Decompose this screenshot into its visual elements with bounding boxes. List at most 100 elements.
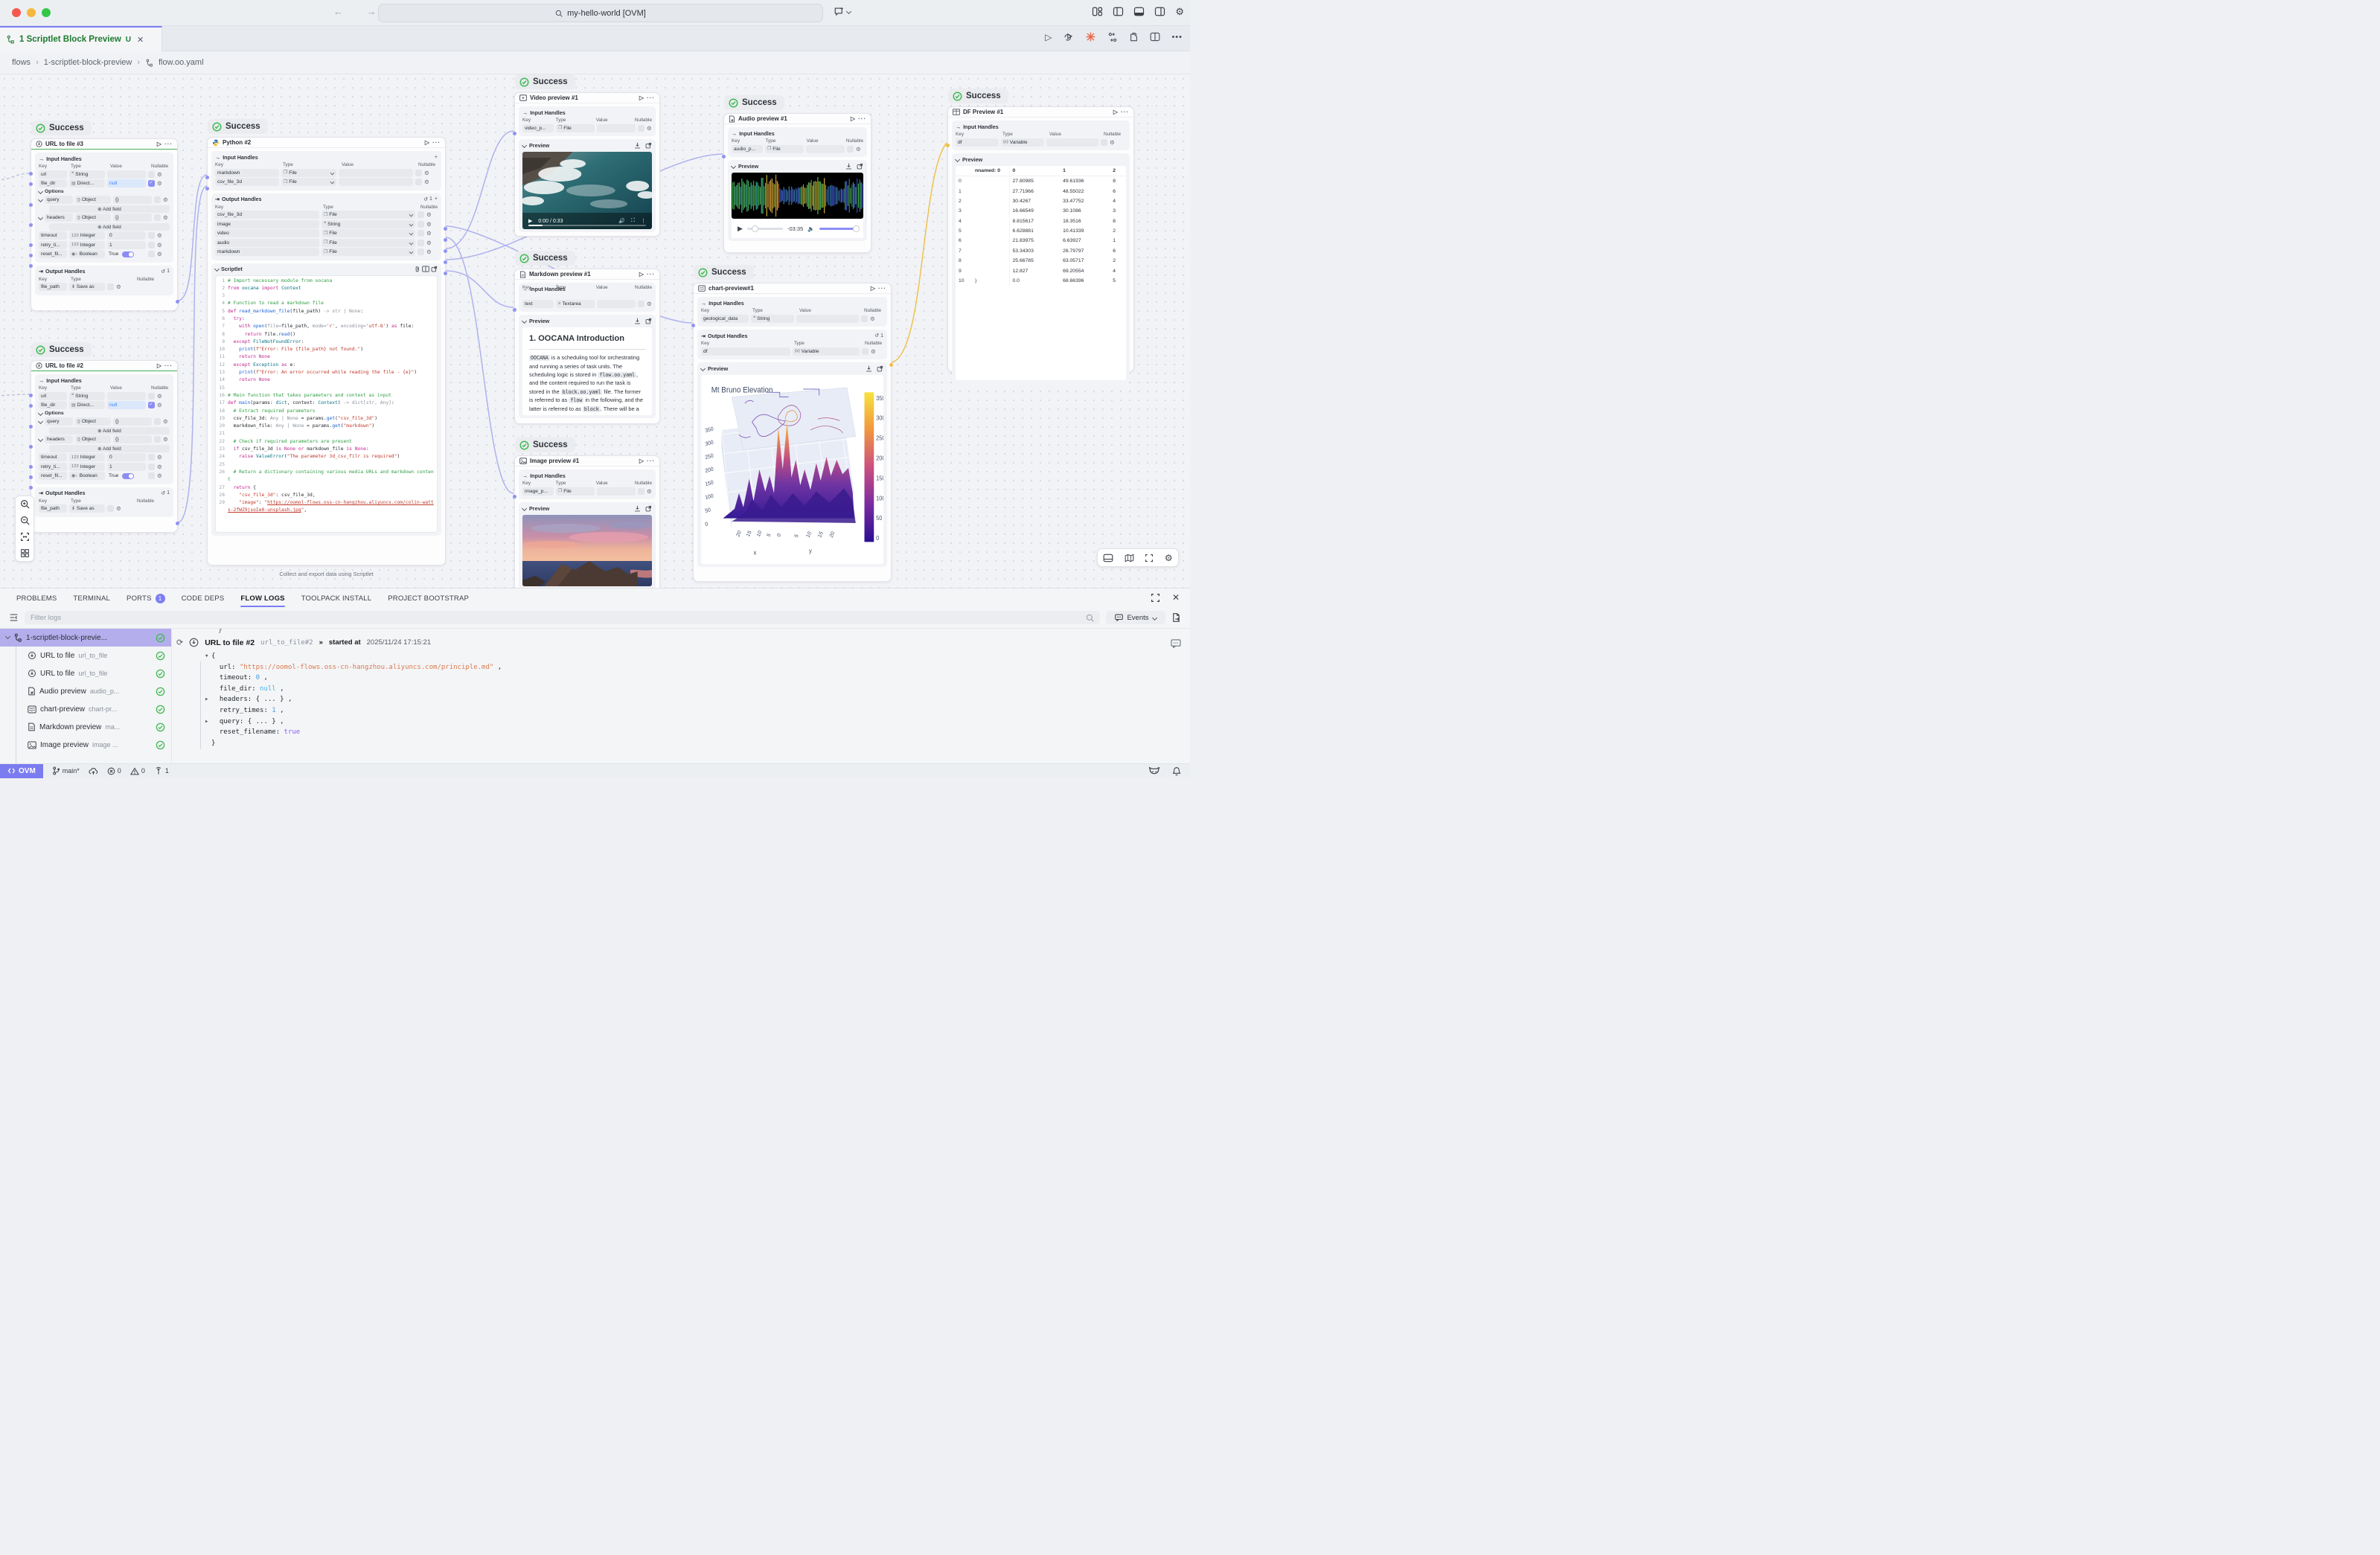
panel-tab-toolpack-install[interactable]: TOOLPACK INSTALL: [301, 594, 372, 603]
output-port-df[interactable]: [889, 363, 893, 367]
log-tree-item-1[interactable]: URL to fileurl_to_file: [0, 647, 171, 664]
handle-key[interactable]: headers: [45, 435, 73, 443]
handle-key[interactable]: reset_fil...: [39, 250, 67, 258]
handle-type[interactable]: 123Integer: [69, 241, 105, 249]
input-port[interactable]: [29, 254, 33, 257]
collapse-icon[interactable]: [955, 157, 960, 162]
input-port[interactable]: [29, 223, 33, 227]
node-image-preview-1[interactable]: Success Image preview #1 ▷ ··· →Input Ha…: [514, 455, 660, 588]
node-header[interactable]: chart-preview#1 ▷ ···: [694, 283, 891, 294]
split-editor-icon[interactable]: [1150, 32, 1160, 42]
settings-gear-icon[interactable]: ⚙: [1175, 6, 1184, 17]
handle-settings-gear-icon[interactable]: ⚙: [424, 179, 429, 185]
handle-settings-gear-icon[interactable]: ⚙: [647, 301, 652, 307]
open-external-icon[interactable]: [645, 505, 652, 512]
handle-type[interactable]: ❐File: [322, 248, 415, 256]
handle-settings-gear-icon[interactable]: ⚙: [870, 315, 875, 322]
download-icon[interactable]: [634, 142, 641, 149]
more-actions-icon[interactable]: •••: [1171, 33, 1183, 42]
flow-log-view[interactable]: } ⟳ URL to file #2 url_to_file#2 » start…: [172, 629, 1190, 764]
nullable-checkbox[interactable]: [1101, 139, 1107, 146]
nullable-checkbox[interactable]: [154, 418, 161, 425]
collapse-icon[interactable]: [731, 164, 736, 169]
handle-value[interactable]: 0: [107, 453, 146, 461]
handle-value[interactable]: [107, 170, 146, 179]
handle-value[interactable]: [597, 124, 636, 132]
handle-key[interactable]: file_dir: [39, 401, 67, 409]
log-list-icon[interactable]: [9, 613, 19, 622]
node-header[interactable]: URL to file #2 ▷ ···: [31, 361, 177, 371]
handle-key[interactable]: headers: [45, 214, 73, 222]
output-row-video[interactable]: video❐File⚙: [215, 229, 438, 237]
handle-type[interactable]: ❐File: [765, 145, 804, 153]
handle-type[interactable]: ⬇Save as: [69, 504, 105, 513]
panel-tab-ports[interactable]: PORTS1: [127, 594, 165, 603]
input-row-headers[interactable]: headers{}Object{}⚙: [39, 214, 170, 222]
node-menu-icon[interactable]: ···: [647, 458, 655, 464]
problems-errors[interactable]: 0: [107, 767, 121, 775]
handle-value[interactable]: [107, 392, 146, 400]
handle-key[interactable]: image: [215, 220, 319, 228]
nullable-checkbox[interactable]: [638, 301, 644, 307]
handle-settings-gear-icon[interactable]: ⚙: [157, 251, 162, 257]
handle-type[interactable]: {x}Variable: [793, 347, 860, 356]
input-row-timeout[interactable]: timeout123Integer0⚙: [39, 231, 170, 240]
log-tree-item-5[interactable]: Markdown previewma...: [0, 718, 171, 736]
nullable-checkbox[interactable]: [148, 464, 155, 470]
image-preview-sunset[interactable]: [522, 515, 652, 586]
log-comment-icon[interactable]: [1171, 639, 1181, 648]
handle-type[interactable]: 123Integer: [69, 463, 105, 471]
handle-settings-gear-icon[interactable]: ⚙: [157, 402, 162, 408]
handle-key[interactable]: csv_file_3d: [215, 178, 279, 186]
ports-forwarded[interactable]: 1: [154, 766, 169, 775]
nullable-checkbox[interactable]: [148, 393, 155, 400]
handle-type[interactable]: ❝String: [69, 392, 105, 400]
handle-key[interactable]: retry_ti...: [39, 463, 67, 471]
run-node-icon[interactable]: ▷: [851, 115, 855, 122]
handle-value[interactable]: {}: [113, 435, 152, 443]
output-row-markdown[interactable]: markdown❐File⚙: [215, 248, 438, 256]
handle-value[interactable]: 1: [107, 241, 146, 249]
handle-type[interactable]: ◉○Boolean: [69, 250, 105, 258]
handle-key[interactable]: markdown: [215, 169, 279, 177]
input-port[interactable]: [691, 324, 695, 327]
download-icon[interactable]: [866, 365, 872, 372]
handle-settings-gear-icon[interactable]: ⚙: [163, 214, 168, 221]
nullable-checkbox[interactable]: [148, 454, 155, 461]
open-external-icon[interactable]: [431, 266, 438, 272]
nullable-checkbox[interactable]: [148, 242, 155, 249]
blocks-grid-icon[interactable]: [20, 548, 30, 558]
add-field-button[interactable]: ⊕ Add field: [49, 223, 170, 231]
panel-tab-terminal[interactable]: TERMINAL: [73, 594, 110, 603]
panel-tab-project-bootstrap[interactable]: PROJECT BOOTSTRAP: [388, 594, 469, 603]
download-icon[interactable]: [634, 318, 641, 324]
handle-key[interactable]: csv_file_3d: [215, 211, 319, 219]
nullable-checkbox[interactable]: [107, 505, 114, 512]
handle-key[interactable]: url: [39, 392, 67, 400]
run-node-icon[interactable]: ▷: [425, 139, 429, 146]
input-port[interactable]: [29, 172, 33, 176]
input-port[interactable]: [513, 308, 516, 312]
export-log-icon[interactable]: [1171, 612, 1181, 623]
ovm-remote-indicator[interactable]: OVM: [0, 764, 43, 778]
handle-key[interactable]: reset_fil...: [39, 472, 67, 480]
input-row-audio_p...[interactable]: audio_p...❐File⚙: [732, 145, 863, 153]
handle-settings-gear-icon[interactable]: ⚙: [157, 242, 162, 249]
open-external-icon[interactable]: [877, 365, 883, 372]
panel-tab-code-deps[interactable]: CODE DEPS: [182, 594, 225, 603]
handle-key[interactable]: timeout: [39, 231, 67, 240]
handle-type[interactable]: ◉○Boolean: [69, 472, 105, 480]
add-output-icon[interactable]: +: [435, 196, 438, 202]
handle-settings-gear-icon[interactable]: ⚙: [426, 221, 432, 228]
nullable-checkbox[interactable]: [148, 251, 155, 257]
node-header[interactable]: DF Preview #1 ▷ ···: [948, 107, 1133, 118]
handle-value[interactable]: [339, 178, 413, 186]
node-df-preview-1[interactable]: Success DF Preview #1 ▷ ··· →Input Handl…: [947, 106, 1134, 372]
run-node-icon[interactable]: ▷: [639, 271, 644, 278]
boolean-toggle[interactable]: [122, 251, 134, 257]
node-menu-icon[interactable]: ···: [432, 139, 441, 146]
handle-settings-gear-icon[interactable]: ⚙: [116, 283, 121, 290]
breadcrumb-folder[interactable]: 1-scriptlet-block-preview: [44, 58, 132, 67]
input-port[interactable]: [29, 264, 33, 268]
dataframe-table[interactable]: nnamed: 0012027.8098549.619368127.719664…: [956, 166, 1126, 380]
